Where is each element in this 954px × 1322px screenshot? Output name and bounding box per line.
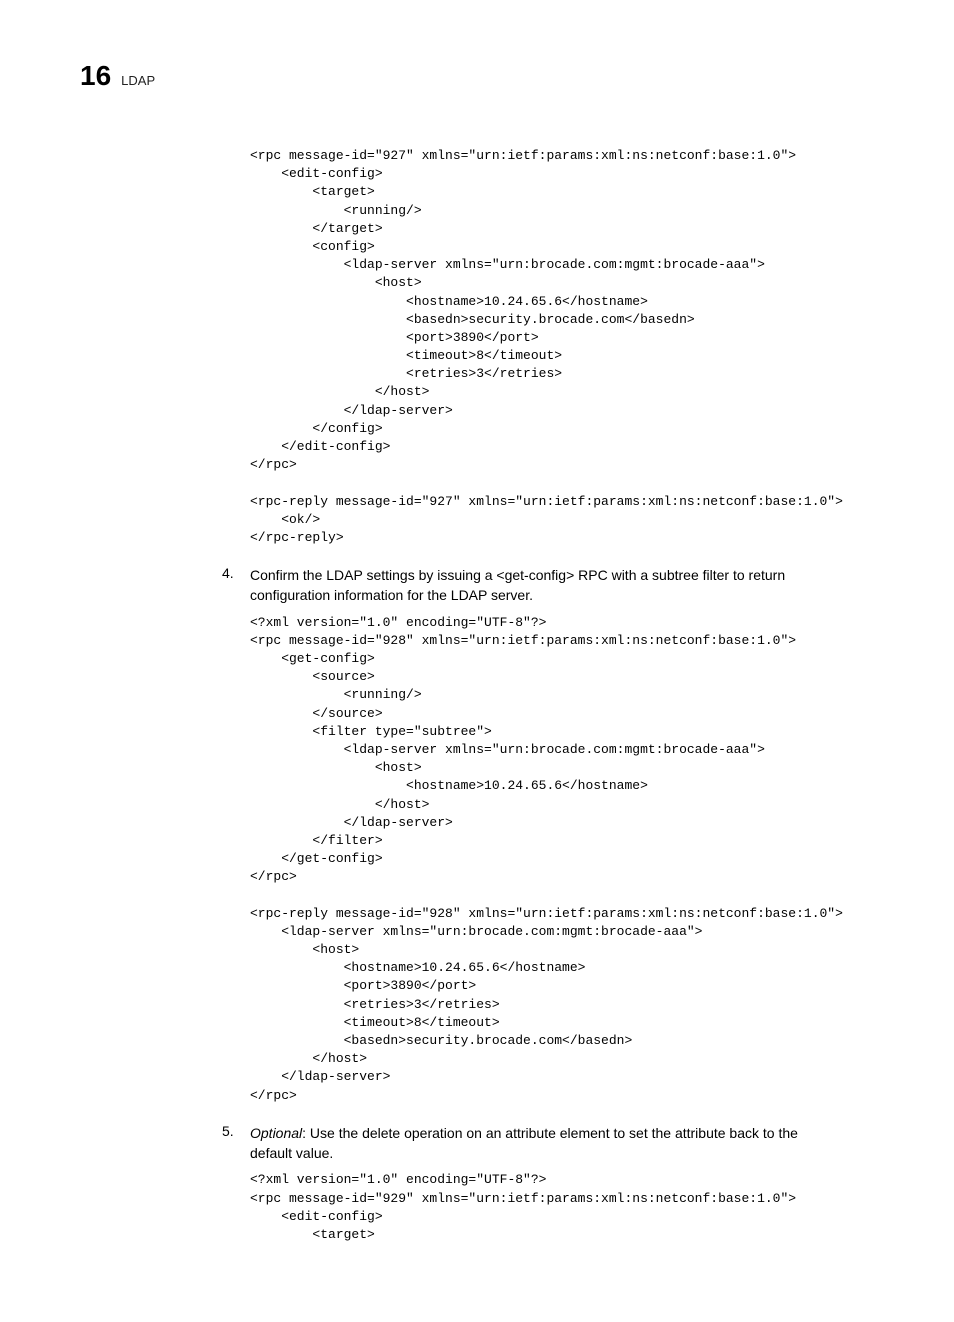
chapter-title: LDAP xyxy=(121,73,155,88)
code-block-rpc-928: <?xml version="1.0" encoding="UTF-8"?> <… xyxy=(80,614,874,1105)
step-text: Confirm the LDAP settings by issuing a <… xyxy=(250,565,874,606)
optional-label: Optional xyxy=(250,1125,302,1141)
chapter-number: 16 xyxy=(80,60,111,92)
page-header: 16 LDAP xyxy=(80,60,874,92)
step-5: 5. Optional: Use the delete operation on… xyxy=(80,1123,874,1164)
step-number: 5. xyxy=(222,1123,250,1164)
document-page: 16 LDAP <rpc message-id="927" xmlns="urn… xyxy=(0,0,954,1322)
step-4: 4. Confirm the LDAP settings by issuing … xyxy=(80,565,874,606)
step-number: 4. xyxy=(222,565,250,606)
code-block-rpc-929: <?xml version="1.0" encoding="UTF-8"?> <… xyxy=(80,1171,874,1244)
step-text-content: : Use the delete operation on an attribu… xyxy=(250,1125,798,1161)
step-text: Optional: Use the delete operation on an… xyxy=(250,1123,874,1164)
code-block-rpc-927: <rpc message-id="927" xmlns="urn:ietf:pa… xyxy=(80,147,874,547)
